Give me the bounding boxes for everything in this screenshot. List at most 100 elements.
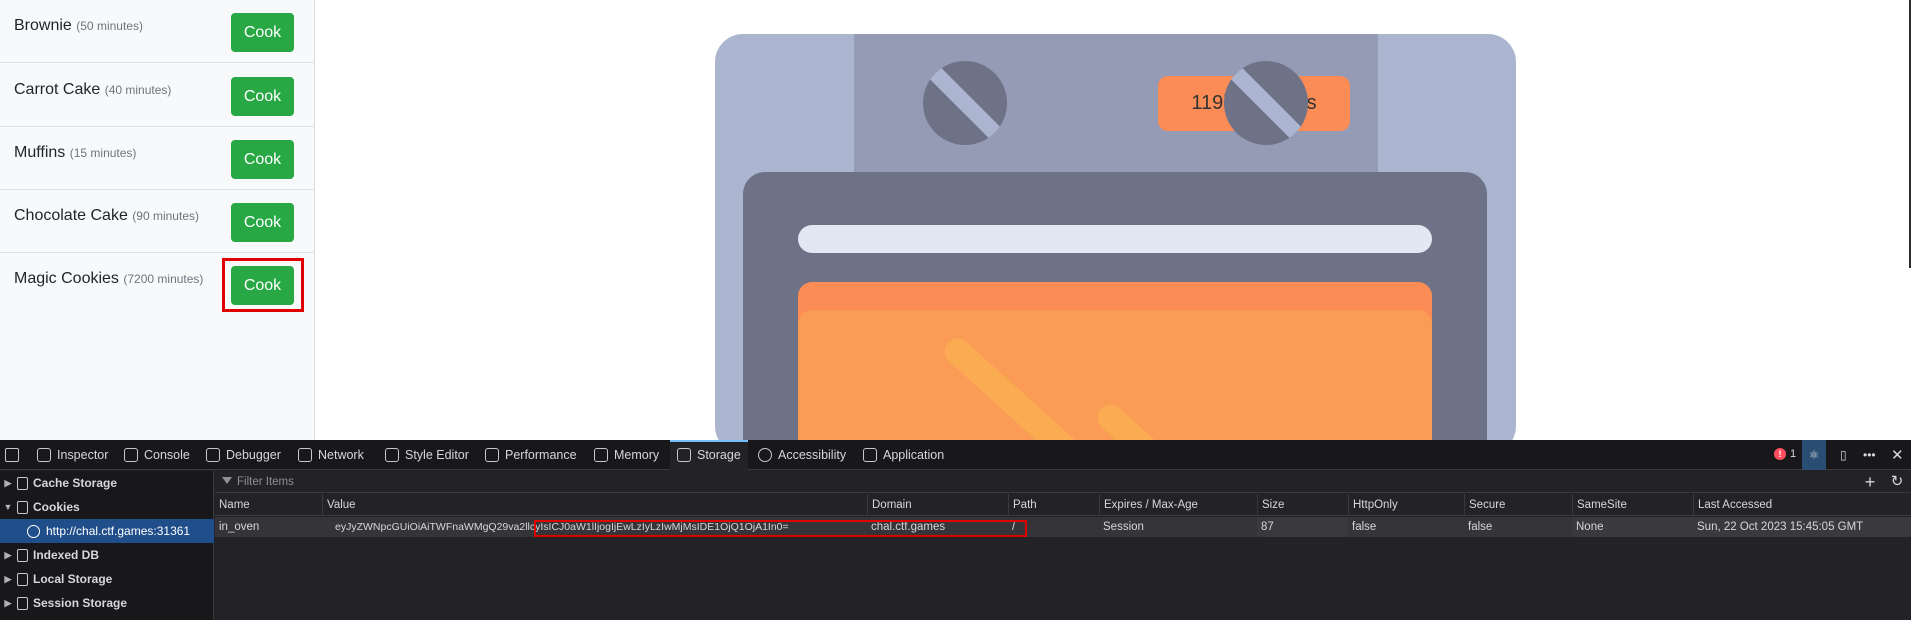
sidebar-item-local-storage[interactable]: ▶ Local Storage — [0, 567, 214, 591]
tab-storage[interactable]: Storage — [670, 440, 748, 470]
storage-icon — [677, 448, 691, 462]
chevron-right-icon: ▶ — [4, 477, 12, 488]
error-count: 1 — [1790, 448, 1797, 460]
web-page: Brownie (50 minutes) Cook Carrot Cake (4… — [0, 0, 1911, 440]
recipe-item-carrot-cake: Carrot Cake (40 minutes) Cook — [0, 64, 314, 127]
glare-line — [1092, 399, 1162, 440]
oven-body — [743, 172, 1487, 440]
column-header-samesite[interactable]: SameSite — [1572, 494, 1693, 516]
recipe-name: Magic Cookies — [14, 270, 119, 287]
tab-network[interactable]: Network — [298, 440, 364, 470]
cell-httponly[interactable]: false — [1348, 517, 1464, 537]
network-icon — [298, 448, 312, 462]
accessibility-icon — [758, 448, 772, 462]
more-options-icon[interactable]: ••• — [1863, 440, 1876, 470]
add-item-button[interactable]: + — [1860, 472, 1880, 492]
sidebar-item-cache-storage[interactable]: ▶ Cache Storage — [0, 471, 214, 495]
cook-button-muffins[interactable]: Cook — [231, 140, 294, 179]
oven-handle — [798, 225, 1432, 253]
grid-icon — [863, 448, 877, 462]
gauge-icon — [485, 448, 499, 462]
inspector-icon — [37, 448, 51, 462]
oven-knob-right — [1224, 61, 1308, 145]
database-icon — [17, 476, 28, 490]
database-icon — [17, 596, 28, 610]
recipe-time: (15 minutes) — [69, 146, 137, 160]
devtools-toolbar: Inspector Console Debugger Network Style… — [0, 440, 1911, 470]
recipe-item-brownie: Brownie (50 minutes) Cook — [0, 0, 314, 63]
recipe-name: Muffins — [14, 144, 66, 161]
database-icon — [17, 572, 28, 586]
recipe-time: (90 minutes) — [132, 209, 199, 223]
column-header-name[interactable]: Name — [215, 494, 322, 516]
cell-size[interactable]: 87 — [1257, 517, 1348, 537]
storage-sidebar: ▶ Cache Storage ▼ Cookies http://chal.ctf.… — [0, 471, 214, 620]
globe-icon — [27, 524, 40, 538]
recipe-item-magic-cookies: Magic Cookies (7200 minutes) Cook — [0, 253, 314, 316]
glare-line — [939, 333, 1098, 440]
oven-window — [798, 282, 1432, 440]
cell-secure[interactable]: false — [1464, 517, 1572, 537]
column-header-expires[interactable]: Expires / Max-Age — [1099, 494, 1257, 516]
tab-style-editor[interactable]: Style Editor — [385, 440, 469, 470]
responsive-mode-icon[interactable]: ▯ — [1840, 440, 1847, 470]
chevron-right-icon: ▶ — [4, 597, 12, 608]
oven-control-panel: 119h 59m 48s — [854, 34, 1378, 173]
database-icon — [17, 500, 28, 514]
console-icon — [124, 448, 138, 462]
tab-performance[interactable]: Performance — [485, 440, 577, 470]
cell-expires[interactable]: Session — [1099, 517, 1257, 537]
cookie-table: + ↻ Name Value Domain Path Expires / Max… — [215, 471, 1911, 620]
tab-inspector[interactable]: Inspector — [37, 440, 108, 470]
error-icon[interactable]: ! — [1774, 448, 1786, 460]
sidebar-item-cookies[interactable]: ▼ Cookies — [0, 495, 214, 519]
recipe-item-chocolate-cake: Chocolate Cake (90 minutes) Cook — [0, 190, 314, 253]
tab-accessibility[interactable]: Accessibility — [758, 440, 846, 470]
sidebar-item-cookie-host[interactable]: http://chal.ctf.games:31361 — [0, 519, 214, 543]
recipe-time: (40 minutes) — [104, 83, 172, 97]
tab-console[interactable]: Console — [124, 440, 190, 470]
close-icon[interactable]: ✕ — [1891, 440, 1904, 470]
tab-memory[interactable]: Memory — [594, 440, 659, 470]
cell-samesite[interactable]: None — [1572, 517, 1693, 537]
chevron-right-icon: ▶ — [4, 573, 12, 584]
refresh-button[interactable]: ↻ — [1887, 472, 1907, 492]
recipe-name: Brownie — [14, 17, 72, 34]
braces-icon — [385, 448, 399, 462]
memory-icon — [594, 448, 608, 462]
sidebar-item-session-storage[interactable]: ▶ Session Storage — [0, 591, 214, 615]
column-header-value[interactable]: Value — [322, 494, 867, 516]
column-header-domain[interactable]: Domain — [867, 494, 1008, 516]
highlight-box — [534, 520, 1027, 537]
recipe-name: Carrot Cake — [14, 81, 101, 98]
table-row[interactable]: in_oven eyJyZWNpcGUiOiAiTWFnaWMgQ29va2ll… — [215, 517, 1911, 537]
cook-button-carrot-cake[interactable]: Cook — [231, 77, 294, 116]
column-header-last-accessed[interactable]: Last Accessed — [1693, 494, 1911, 516]
column-header-size[interactable]: Size — [1257, 494, 1348, 516]
recipe-list: Brownie (50 minutes) Cook Carrot Cake (4… — [0, 0, 315, 440]
table-header: Name Value Domain Path Expires / Max-Age… — [215, 494, 1911, 516]
tab-application[interactable]: Application — [863, 440, 944, 470]
cook-button-brownie[interactable]: Cook — [231, 13, 294, 52]
cook-button-chocolate-cake[interactable]: Cook — [231, 203, 294, 242]
tab-debugger[interactable]: Debugger — [206, 440, 281, 470]
filter-bar: + ↻ — [215, 471, 1911, 493]
cook-button-magic-cookies[interactable]: Cook — [231, 266, 294, 305]
recipe-name: Chocolate Cake — [14, 207, 128, 224]
sidebar-item-indexed-db[interactable]: ▶ Indexed DB — [0, 543, 214, 567]
chevron-right-icon: ▶ — [4, 549, 12, 560]
atom-icon[interactable]: ⚛ — [1802, 440, 1826, 470]
element-picker-icon[interactable] — [5, 448, 19, 462]
oven-knob-left — [923, 61, 1007, 145]
column-header-path[interactable]: Path — [1008, 494, 1099, 516]
chevron-down-icon: ▼ — [3, 502, 13, 512]
column-header-httponly[interactable]: HttpOnly — [1348, 494, 1464, 516]
cell-name[interactable]: in_oven — [215, 517, 322, 537]
column-header-secure[interactable]: Secure — [1464, 494, 1572, 516]
recipe-time: (7200 minutes) — [123, 272, 204, 286]
cell-last-accessed[interactable]: Sun, 22 Oct 2023 15:45:05 GMT — [1693, 517, 1911, 537]
recipe-time: (50 minutes) — [76, 19, 143, 33]
filter-input[interactable] — [221, 473, 1821, 491]
devtools-panel: Inspector Console Debugger Network Style… — [0, 440, 1911, 620]
recipe-item-muffins: Muffins (15 minutes) Cook — [0, 127, 314, 190]
